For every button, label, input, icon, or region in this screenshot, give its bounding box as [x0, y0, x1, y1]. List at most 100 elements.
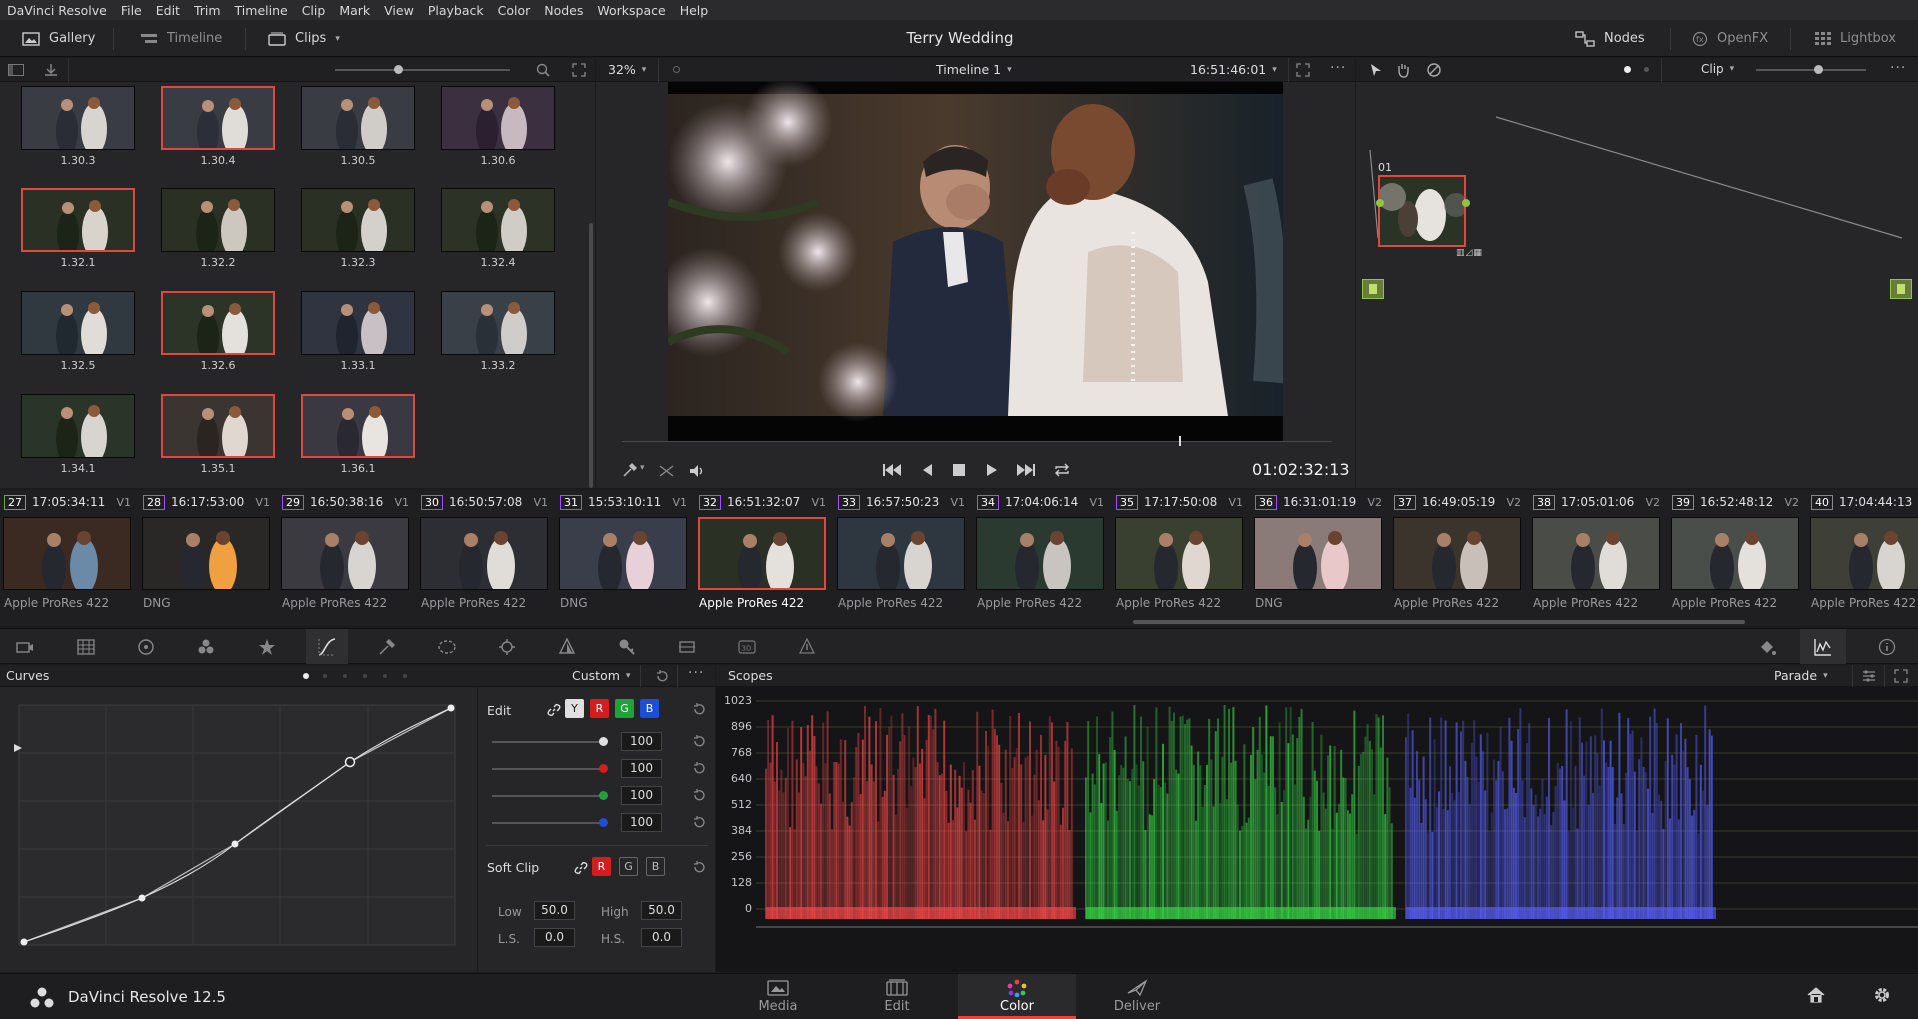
clip-thumbnail[interactable]: 38 17:05:01:06 V2 Apple ProRes 422: [1529, 490, 1663, 626]
stop-icon[interactable]: [952, 463, 966, 477]
nodes-button[interactable]: Nodes: [1575, 20, 1645, 57]
more-options-icon[interactable]: ···: [1330, 60, 1346, 76]
zoom-dropdown[interactable]: 32% ▾: [608, 62, 646, 77]
motion-effects-icon[interactable]: [258, 638, 276, 656]
curves-icon[interactable]: [318, 638, 336, 656]
menu-help[interactable]: Help: [673, 3, 716, 18]
clip-thumbnail[interactable]: 34 17:04:06:14 V1 Apple ProRes 422: [973, 490, 1107, 626]
reset-icon[interactable]: [655, 669, 669, 683]
gallery-scrollbar[interactable]: [589, 223, 593, 488]
color-picker-icon[interactable]: [622, 462, 638, 478]
gallery-still-thumbnail[interactable]: [161, 394, 275, 458]
clip-thumbnail[interactable]: 35 17:17:50:08 V1 Apple ProRes 422: [1112, 490, 1246, 626]
curves-page-dot[interactable]: [343, 674, 347, 678]
thumbnail-size-handle[interactable]: [394, 65, 403, 74]
y-intensity-value[interactable]: 100: [621, 732, 662, 751]
gallery-still-thumbnail[interactable]: [161, 188, 275, 252]
high-value[interactable]: 50.0: [641, 901, 682, 920]
gallery-still-thumbnail[interactable]: [21, 291, 135, 355]
menu-color[interactable]: Color: [491, 3, 538, 18]
gallery-still-thumbnail[interactable]: [441, 291, 555, 355]
ls-value[interactable]: 0.0: [534, 928, 575, 947]
soft-clip-g-button[interactable]: G: [619, 857, 638, 876]
gallery-still-thumbnail[interactable]: [301, 188, 415, 252]
clip-thumbnail[interactable]: 36 16:31:01:19 V2 DNG: [1251, 490, 1385, 626]
settings-gear-icon[interactable]: [1872, 985, 1892, 1005]
home-icon[interactable]: [1806, 986, 1826, 1004]
color-wheels-icon[interactable]: [137, 638, 155, 656]
node-output-dot[interactable]: [1462, 199, 1470, 207]
b-intensity-value[interactable]: 100: [621, 813, 662, 832]
channel-b-button[interactable]: B: [640, 699, 659, 718]
b-intensity-handle[interactable]: [599, 818, 608, 827]
color-match-icon[interactable]: [77, 638, 95, 656]
color-fill-icon[interactable]: [1758, 638, 1776, 656]
pointer-icon[interactable]: [1370, 63, 1382, 77]
clip-thumbnail[interactable]: 30 16:50:57:08 V1 Apple ProRes 422: [417, 490, 551, 626]
channel-g-button[interactable]: G: [615, 699, 634, 718]
low-value[interactable]: 50.0: [534, 901, 575, 920]
expand-icon[interactable]: [1894, 669, 1908, 683]
clip-thumbnail[interactable]: 27 17:05:34:11 V1 Apple ProRes 422: [0, 490, 134, 626]
output-node[interactable]: [1890, 279, 1912, 299]
reset-icon[interactable]: [692, 815, 706, 829]
menu-workspace[interactable]: Workspace: [590, 3, 672, 18]
more-options-icon[interactable]: ···: [688, 665, 704, 681]
y-intensity-handle[interactable]: [599, 737, 608, 746]
clip-thumbnail[interactable]: 32 16:51:32:07 V1 Apple ProRes 422: [695, 490, 829, 626]
menu-nodes[interactable]: Nodes: [537, 3, 590, 18]
gallery-still-thumbnail[interactable]: [441, 188, 555, 252]
menu-edit[interactable]: Edit: [149, 3, 187, 18]
curves-page-dot[interactable]: [403, 674, 407, 678]
clip-thumbnail[interactable]: 37 16:49:05:19 V2 Apple ProRes 422: [1390, 490, 1524, 626]
page-edit-button[interactable]: Edit: [838, 974, 956, 1019]
source-input-node[interactable]: [1362, 279, 1384, 299]
info-icon[interactable]: [1878, 638, 1896, 656]
curves-page-dot[interactable]: [363, 674, 367, 678]
r-intensity-handle[interactable]: [599, 764, 608, 773]
lightbox-button[interactable]: Lightbox: [1815, 20, 1896, 57]
clip-thumbnail[interactable]: 28 16:17:53:00 V1 DNG: [139, 490, 273, 626]
gallery-still-thumbnail[interactable]: [441, 86, 555, 150]
window-icon[interactable]: [438, 638, 456, 656]
curves-page-dot[interactable]: [323, 674, 327, 678]
timeline-button[interactable]: Timeline: [140, 20, 222, 57]
reset-icon[interactable]: [692, 702, 706, 716]
node-mode-dropdown[interactable]: Clip ▾: [1701, 62, 1734, 76]
channel-r-button[interactable]: R: [590, 699, 609, 718]
g-intensity-handle[interactable]: [599, 791, 608, 800]
node-page-dot-active[interactable]: [1624, 66, 1631, 73]
node-zoom-handle[interactable]: [1814, 65, 1823, 74]
fullscreen-icon[interactable]: [1296, 63, 1310, 77]
gallery-still-thumbnail[interactable]: [161, 291, 275, 355]
thumbnail-size-slider[interactable]: [335, 69, 510, 71]
gallery-still-thumbnail[interactable]: [301, 291, 415, 355]
chevron-down-icon[interactable]: ▾: [640, 463, 645, 473]
bypass-icon[interactable]: [1426, 62, 1442, 78]
clip-thumbnail[interactable]: 29 16:50:38:16 V1 Apple ProRes 422: [278, 490, 412, 626]
menu-playback[interactable]: Playback: [421, 3, 491, 18]
y-intensity-slider[interactable]: [492, 741, 606, 743]
clip-thumbnail[interactable]: 4017:04:44:13V2Apple ProRes 422: [1807, 490, 1918, 626]
node-input-dot[interactable]: [1376, 199, 1384, 207]
node-page-dot[interactable]: [1644, 67, 1649, 72]
r-intensity-slider[interactable]: [492, 768, 606, 770]
scope-settings-icon[interactable]: [1862, 669, 1876, 683]
soft-clip-b-button[interactable]: B: [646, 857, 665, 876]
page-deliver-button[interactable]: Deliver: [1078, 974, 1196, 1019]
clip-thumbnail[interactable]: 33 16:57:50:23 V1 Apple ProRes 422: [834, 490, 968, 626]
loop-icon[interactable]: [1053, 462, 1071, 478]
curves-page-dot[interactable]: [383, 674, 387, 678]
curves-preset-dropdown[interactable]: Custom ▾: [572, 668, 630, 683]
gallery-button[interactable]: Gallery: [22, 20, 95, 57]
menu-mark[interactable]: Mark: [332, 3, 377, 18]
reset-icon[interactable]: [692, 734, 706, 748]
qualifier-icon[interactable]: [378, 638, 396, 656]
clip-thumbnail[interactable]: 31 15:53:10:11 V1 DNG: [556, 490, 690, 626]
reset-icon[interactable]: [692, 860, 706, 874]
play-icon[interactable]: [985, 462, 999, 478]
page-media-button[interactable]: Media: [719, 974, 837, 1019]
sizing-icon[interactable]: [678, 638, 696, 656]
menu-clip[interactable]: Clip: [295, 3, 333, 18]
channel-y-button[interactable]: Y: [565, 699, 584, 718]
